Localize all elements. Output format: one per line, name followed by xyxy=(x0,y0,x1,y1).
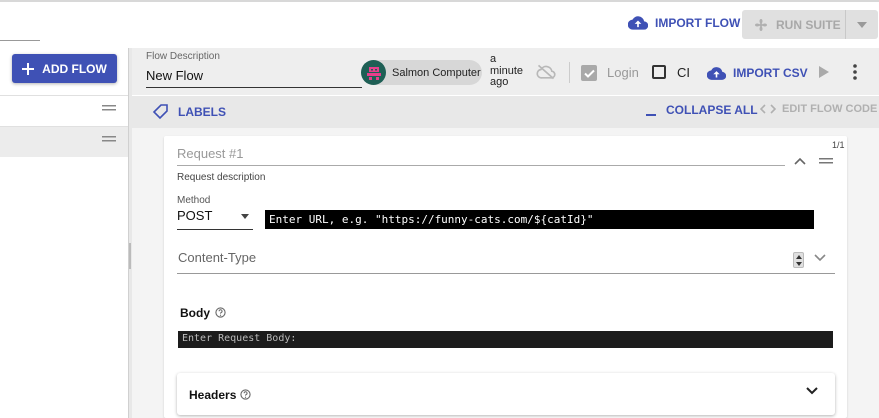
ci-label: CI xyxy=(677,65,690,80)
help-icon[interactable] xyxy=(215,307,226,318)
avatar xyxy=(361,60,386,85)
ci-checkbox[interactable] xyxy=(652,65,666,79)
chevron-up-icon[interactable] xyxy=(794,157,806,165)
fan-icon xyxy=(755,18,767,31)
sidebar-flow-item[interactable] xyxy=(0,95,128,126)
drag-handle-icon[interactable] xyxy=(102,105,116,111)
run-suite-dropdown[interactable] xyxy=(846,10,878,39)
flow-description-label: Flow Description xyxy=(146,51,220,62)
method-value: POST xyxy=(177,208,213,223)
edit-flow-code-button[interactable]: EDIT FLOW CODE xyxy=(760,103,877,115)
help-icon[interactable] xyxy=(240,389,251,400)
user-name: Salmon Computer xyxy=(392,66,481,79)
content-type-input[interactable]: Content-Type xyxy=(177,250,835,274)
caret-down-icon xyxy=(241,214,249,219)
collapse-icon xyxy=(646,114,656,116)
cloud-upload-icon xyxy=(707,66,726,80)
import-csv-label: IMPORT CSV xyxy=(733,66,808,80)
run-suite-label: RUN SUITE xyxy=(776,17,841,32)
check-icon xyxy=(583,69,595,78)
method-label: Method xyxy=(177,195,211,206)
more-vert-icon[interactable] xyxy=(853,64,857,80)
toolbar-divider xyxy=(569,62,570,83)
drag-handle-icon[interactable] xyxy=(819,158,833,164)
sidebar-flow-item-selected[interactable] xyxy=(0,126,128,157)
last-saved-time: a minute ago xyxy=(490,53,524,88)
labels-button[interactable]: LABELS xyxy=(152,103,226,121)
chevron-down-icon[interactable] xyxy=(814,254,826,262)
request-description-input[interactable]: Request description xyxy=(177,172,265,183)
code-icon xyxy=(760,104,776,114)
run-suite-split-button: RUN SUITE xyxy=(742,10,878,39)
import-csv-button[interactable]: IMPORT CSV xyxy=(707,62,808,84)
collapse-all-button[interactable]: COLLAPSE ALL xyxy=(646,103,758,117)
url-input[interactable]: Enter URL, e.g. "https://funny-cats.com/… xyxy=(265,210,814,229)
cloud-upload-icon xyxy=(628,16,648,30)
method-select[interactable]: POST xyxy=(177,208,253,230)
sidebar-tab-indicator xyxy=(0,40,40,41)
spinner-stepper[interactable] xyxy=(793,252,804,268)
labels-label: LABELS xyxy=(178,105,226,119)
request-count: 1/1 xyxy=(832,140,845,150)
caret-down-icon xyxy=(857,21,867,28)
drag-handle-icon[interactable] xyxy=(102,136,116,142)
headers-panel[interactable] xyxy=(177,373,835,415)
run-suite-button[interactable]: RUN SUITE xyxy=(742,10,846,39)
chevron-down-icon[interactable] xyxy=(806,387,818,395)
import-flow-button[interactable]: IMPORT FLOW xyxy=(628,12,740,34)
body-editor[interactable]: Enter Request Body: xyxy=(178,331,833,348)
play-icon[interactable] xyxy=(819,66,829,78)
login-label: Login xyxy=(607,65,639,80)
edit-flow-code-label: EDIT FLOW CODE xyxy=(782,103,878,115)
import-flow-label: IMPORT FLOW xyxy=(655,16,741,30)
headers-label: Headers xyxy=(189,388,237,402)
sidebar-resize-handle[interactable] xyxy=(129,243,131,269)
request-title-input[interactable]: Request #1 xyxy=(177,146,785,166)
login-checkbox[interactable] xyxy=(581,65,597,81)
body-label: Body xyxy=(180,306,210,320)
cloud-off-icon xyxy=(536,64,556,80)
user-chip: Salmon Computer xyxy=(361,60,482,85)
flow-description-input[interactable]: New Flow xyxy=(146,66,362,88)
robot-avatar-icon xyxy=(366,66,381,80)
add-flow-button[interactable]: ADD FLOW xyxy=(12,54,117,83)
plus-icon xyxy=(22,62,35,75)
add-flow-label: ADD FLOW xyxy=(42,61,107,76)
collapse-all-label: COLLAPSE ALL xyxy=(666,103,758,117)
label-icon xyxy=(152,104,168,120)
